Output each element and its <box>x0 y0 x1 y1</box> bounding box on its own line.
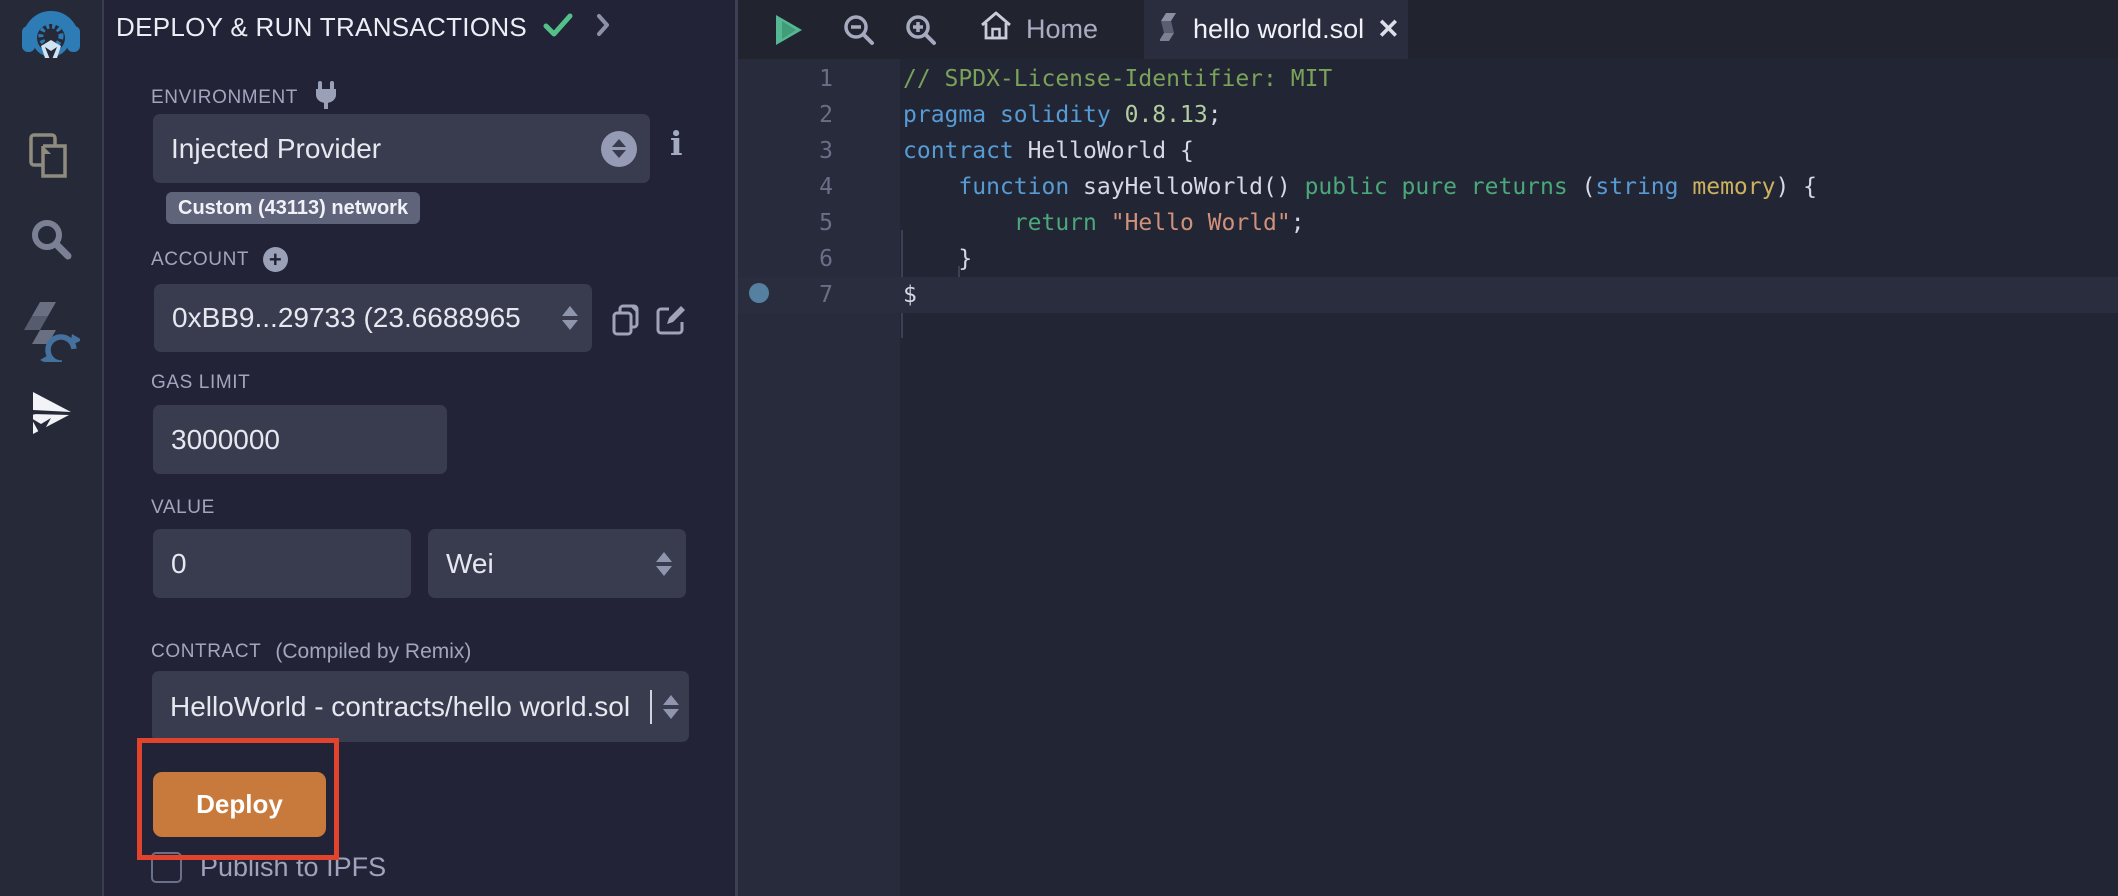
solidity-compiler-icon[interactable] <box>0 298 102 362</box>
tab-label: hello world.sol <box>1193 14 1364 45</box>
stepper-arrows-icon <box>656 552 672 576</box>
annotation-highlight-box <box>137 738 339 860</box>
clipped-text-edge <box>650 690 652 724</box>
run-script-icon[interactable] <box>774 0 804 59</box>
editor-tab-bar: Home hello world.sol ✕ <box>738 0 2118 59</box>
panel-title: DEPLOY & RUN TRANSACTIONS <box>116 12 527 43</box>
value-unit-select[interactable]: Wei <box>428 529 686 598</box>
line-number: 5 <box>738 205 833 241</box>
line-number: 2 <box>738 97 833 133</box>
line-number: 6 <box>738 241 833 277</box>
code-text: pragma solidity 0.8.13; <box>833 97 1222 133</box>
dropdown-circle-icon <box>601 131 637 167</box>
code-line[interactable]: 3contract HelloWorld { <box>738 133 2118 169</box>
code-line[interactable]: 2pragma solidity 0.8.13; <box>738 97 2118 133</box>
zoom-in-icon[interactable] <box>904 0 938 59</box>
close-tab-icon[interactable]: ✕ <box>1377 16 1400 43</box>
account-label: ACCOUNT + <box>151 247 288 272</box>
code-line[interactable]: 4 function sayHelloWorld() public pure r… <box>738 169 2118 205</box>
code-text: $ <box>833 277 917 313</box>
file-explorer-icon[interactable] <box>0 132 102 182</box>
code-lines: 1// SPDX-License-Identifier: MIT2pragma … <box>738 59 2118 313</box>
code-line[interactable]: 5 return "Hello World"; <box>738 205 2118 241</box>
code-editor: Home hello world.sol ✕ 1// SPDX-License-… <box>738 0 2118 896</box>
tab-hello-world-sol[interactable]: hello world.sol ✕ <box>1144 0 1408 59</box>
activity-bar <box>0 0 104 896</box>
contract-label: CONTRACT (Compiled by Remix) <box>151 640 471 664</box>
home-icon <box>979 10 1013 49</box>
contract-select[interactable]: HelloWorld - contracts/hello world.sol <box>152 671 689 742</box>
checkmark-icon <box>543 12 573 43</box>
deploy-run-panel: DEPLOY & RUN TRANSACTIONS ENVIRONMENT In <box>104 0 735 896</box>
zoom-out-icon[interactable] <box>842 0 876 59</box>
stepper-arrows-icon <box>663 695 679 719</box>
search-icon[interactable] <box>0 216 102 262</box>
account-select[interactable]: 0xBB9...29733 (23.6688965 <box>154 284 592 352</box>
contract-sublabel: (Compiled by Remix) <box>275 640 471 664</box>
gas-limit-input[interactable]: 3000000 <box>153 405 447 474</box>
gas-limit-label: GAS LIMIT <box>151 372 250 394</box>
remix-ide-window: DEPLOY & RUN TRANSACTIONS ENVIRONMENT In <box>0 0 2118 896</box>
line-number: 3 <box>738 133 833 169</box>
edit-account-icon[interactable] <box>655 304 687 341</box>
chevron-right-icon[interactable] <box>595 12 611 43</box>
value-label: VALUE <box>151 497 215 519</box>
tab-label: Home <box>1026 14 1098 45</box>
code-text: return "Hello World"; <box>833 205 1305 241</box>
solidity-file-icon <box>1160 12 1180 47</box>
code-text: contract HelloWorld { <box>833 133 1194 169</box>
environment-label: ENVIRONMENT <box>151 80 340 116</box>
code-line[interactable]: 7$ <box>738 277 2118 313</box>
add-account-icon[interactable]: + <box>263 247 288 272</box>
environment-select[interactable]: Injected Provider <box>153 114 650 183</box>
tab-home[interactable]: Home <box>967 0 1110 59</box>
line-decoration-dot[interactable] <box>749 283 769 303</box>
code-line[interactable]: 1// SPDX-License-Identifier: MIT <box>738 61 2118 97</box>
line-number: 1 <box>738 61 833 97</box>
panel-header: DEPLOY & RUN TRANSACTIONS <box>116 12 611 43</box>
plug-icon[interactable] <box>312 80 340 116</box>
remix-logo[interactable] <box>0 6 102 68</box>
value-input[interactable]: 0 <box>153 529 411 598</box>
info-icon[interactable]: i <box>670 124 683 163</box>
copy-account-icon[interactable] <box>611 303 641 342</box>
code-text: function sayHelloWorld() public pure ret… <box>833 169 1817 205</box>
code-text: // SPDX-License-Identifier: MIT <box>833 61 1332 97</box>
stepper-arrows-icon <box>562 306 578 330</box>
line-number: 4 <box>738 169 833 205</box>
code-text: } <box>833 241 972 277</box>
code-line[interactable]: 6 } <box>738 241 2118 277</box>
deploy-run-icon[interactable] <box>0 388 102 438</box>
network-badge: Custom (43113) network <box>166 192 420 224</box>
